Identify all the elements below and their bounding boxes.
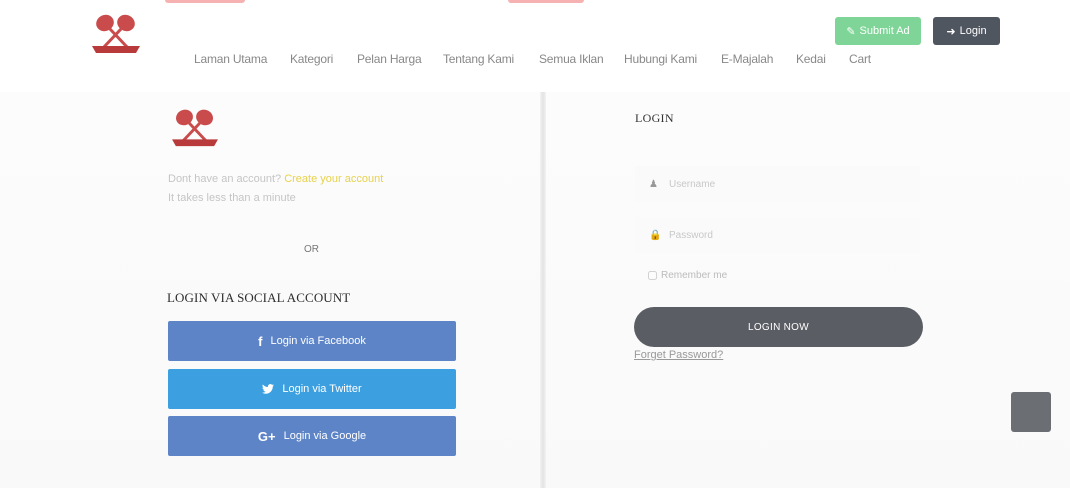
content-background: [0, 92, 1070, 488]
nav-item-kategori[interactable]: Kategori: [290, 52, 333, 66]
remember-me-checkbox[interactable]: [648, 271, 657, 280]
nav-item-e-majalah[interactable]: E-Majalah: [721, 52, 773, 66]
login-button[interactable]: ➜ Login: [933, 17, 1000, 45]
password-field-wrapper: 🔒: [635, 217, 920, 253]
forget-password-link[interactable]: Forget Password?: [634, 349, 723, 361]
remember-me-label: Remember me: [661, 270, 728, 281]
nav-item-kedai[interactable]: Kedai: [796, 52, 826, 66]
google-plus-icon: G+: [257, 428, 276, 444]
top-decor-left: [165, 0, 245, 3]
social-login-title: LOGIN VIA SOCIAL ACCOUNT: [167, 290, 351, 305]
crossed-rackets-logo-icon: [172, 109, 218, 147]
remember-me[interactable]: Remember me: [648, 270, 727, 281]
username-field-wrapper: ♟: [635, 166, 920, 202]
nav-item-semua-iklan[interactable]: Semua Iklan: [539, 52, 604, 66]
username-input[interactable]: [669, 178, 889, 190]
facebook-login-label: Login via Facebook: [270, 335, 366, 347]
submit-ad-label: Submit Ad: [859, 25, 910, 37]
login-title: LOGIN: [635, 111, 674, 125]
twitter-icon: [262, 384, 275, 394]
nav-item-hubungi-kami[interactable]: Hubungi Kami: [624, 52, 697, 66]
account-prompt-text: Dont have an account?: [168, 173, 282, 185]
password-input[interactable]: [669, 229, 889, 241]
twitter-login-button[interactable]: Login via Twitter: [168, 369, 456, 409]
create-account-link[interactable]: Create your account: [284, 173, 383, 185]
nav-item-tentang-kami[interactable]: Tentang Kami: [443, 52, 514, 66]
nav-item-laman-utama[interactable]: Laman Utama: [194, 52, 267, 66]
lock-icon: 🔒: [649, 229, 662, 241]
or-separator: OR: [304, 244, 319, 255]
google-login-label: Login via Google: [283, 430, 367, 442]
login-now-button[interactable]: LOGIN NOW: [634, 307, 923, 347]
sign-in-icon: ➜: [946, 25, 956, 38]
nav-item-cart[interactable]: Cart: [849, 52, 871, 66]
account-prompt: Dont have an account? Create your accoun…: [168, 173, 383, 185]
edit-icon: ✎: [846, 25, 856, 38]
site-logo-icon[interactable]: [88, 10, 144, 56]
submit-ad-button[interactable]: ✎ Submit Ad: [835, 17, 921, 45]
user-icon: ♟: [649, 178, 658, 190]
facebook-icon: f: [258, 333, 263, 349]
top-decor-right: [508, 0, 584, 3]
section-divider: [540, 92, 546, 488]
takes-less-text: It takes less than a minute: [168, 192, 296, 204]
scroll-top-button[interactable]: [1011, 392, 1051, 432]
nav-item-pelan-harga[interactable]: Pelan Harga: [357, 52, 422, 66]
login-label: Login: [959, 25, 987, 37]
facebook-login-button[interactable]: f Login via Facebook: [168, 321, 456, 361]
twitter-login-label: Login via Twitter: [282, 383, 362, 395]
google-login-button[interactable]: G+ Login via Google: [168, 416, 456, 456]
